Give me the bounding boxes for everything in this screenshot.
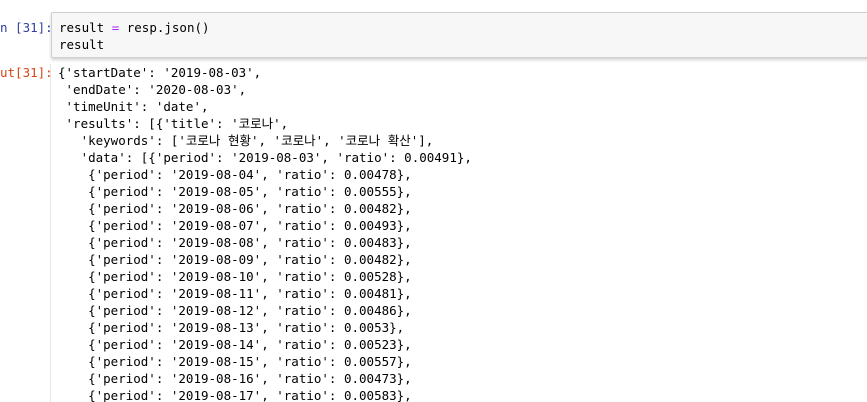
output-line: 'keywords': ['코로나 현황', '코로나', '코로나 확산'], bbox=[58, 133, 434, 148]
output-line: 'endDate': '2020-08-03', bbox=[58, 82, 247, 97]
code-line: result bbox=[59, 37, 104, 52]
output-line: {'period': '2019-08-08', 'ratio': 0.0048… bbox=[58, 235, 412, 250]
input-cell[interactable]: n [31]: result = resp.json() result bbox=[0, 12, 867, 60]
output-line: {'period': '2019-08-16', 'ratio': 0.0047… bbox=[58, 371, 412, 386]
code-line: result = resp.json() bbox=[59, 20, 210, 35]
output-line: {'period': '2019-08-07', 'ratio': 0.0049… bbox=[58, 218, 412, 233]
output-line: {'period': '2019-08-17', 'ratio': 0.0058… bbox=[58, 388, 412, 402]
code-token: result bbox=[59, 20, 112, 35]
output-line: {'period': '2019-08-11', 'ratio': 0.0048… bbox=[58, 286, 412, 301]
output-line: 'data': [{'period': '2019-08-03', 'ratio… bbox=[58, 150, 472, 165]
code-token: result bbox=[59, 37, 105, 52]
output-prompt: ut[31]: bbox=[0, 65, 53, 80]
output-line: {'period': '2019-08-14', 'ratio': 0.0052… bbox=[58, 337, 412, 352]
output-line: {'period': '2019-08-06', 'ratio': 0.0048… bbox=[58, 201, 412, 216]
output-line: {'period': '2019-08-09', 'ratio': 0.0048… bbox=[58, 252, 412, 267]
output-line: {'startDate': '2019-08-03', bbox=[58, 65, 262, 80]
code-editor[interactable]: result = resp.json() result bbox=[51, 12, 867, 58]
output-line: {'period': '2019-08-12', 'ratio': 0.0048… bbox=[58, 303, 412, 318]
output-line: 'results': [{'title': '코로나', bbox=[58, 116, 289, 131]
output-line: {'period': '2019-08-04', 'ratio': 0.0047… bbox=[58, 167, 412, 182]
output-line: {'period': '2019-08-10', 'ratio': 0.0052… bbox=[58, 269, 412, 284]
input-prompt: n [31]: bbox=[0, 20, 53, 35]
output-text-area: {'startDate': '2019-08-03', 'endDate': '… bbox=[51, 64, 867, 402]
output-line: {'period': '2019-08-13', 'ratio': 0.0053… bbox=[58, 320, 405, 335]
output-line: {'period': '2019-08-15', 'ratio': 0.0055… bbox=[58, 354, 412, 369]
output-line: {'period': '2019-08-05', 'ratio': 0.0055… bbox=[58, 184, 412, 199]
code-token: resp.json() bbox=[119, 20, 210, 35]
output-cell: ut[31]: {'startDate': '2019-08-03', 'end… bbox=[0, 64, 867, 402]
output-line: 'timeUnit': 'date', bbox=[58, 99, 209, 114]
